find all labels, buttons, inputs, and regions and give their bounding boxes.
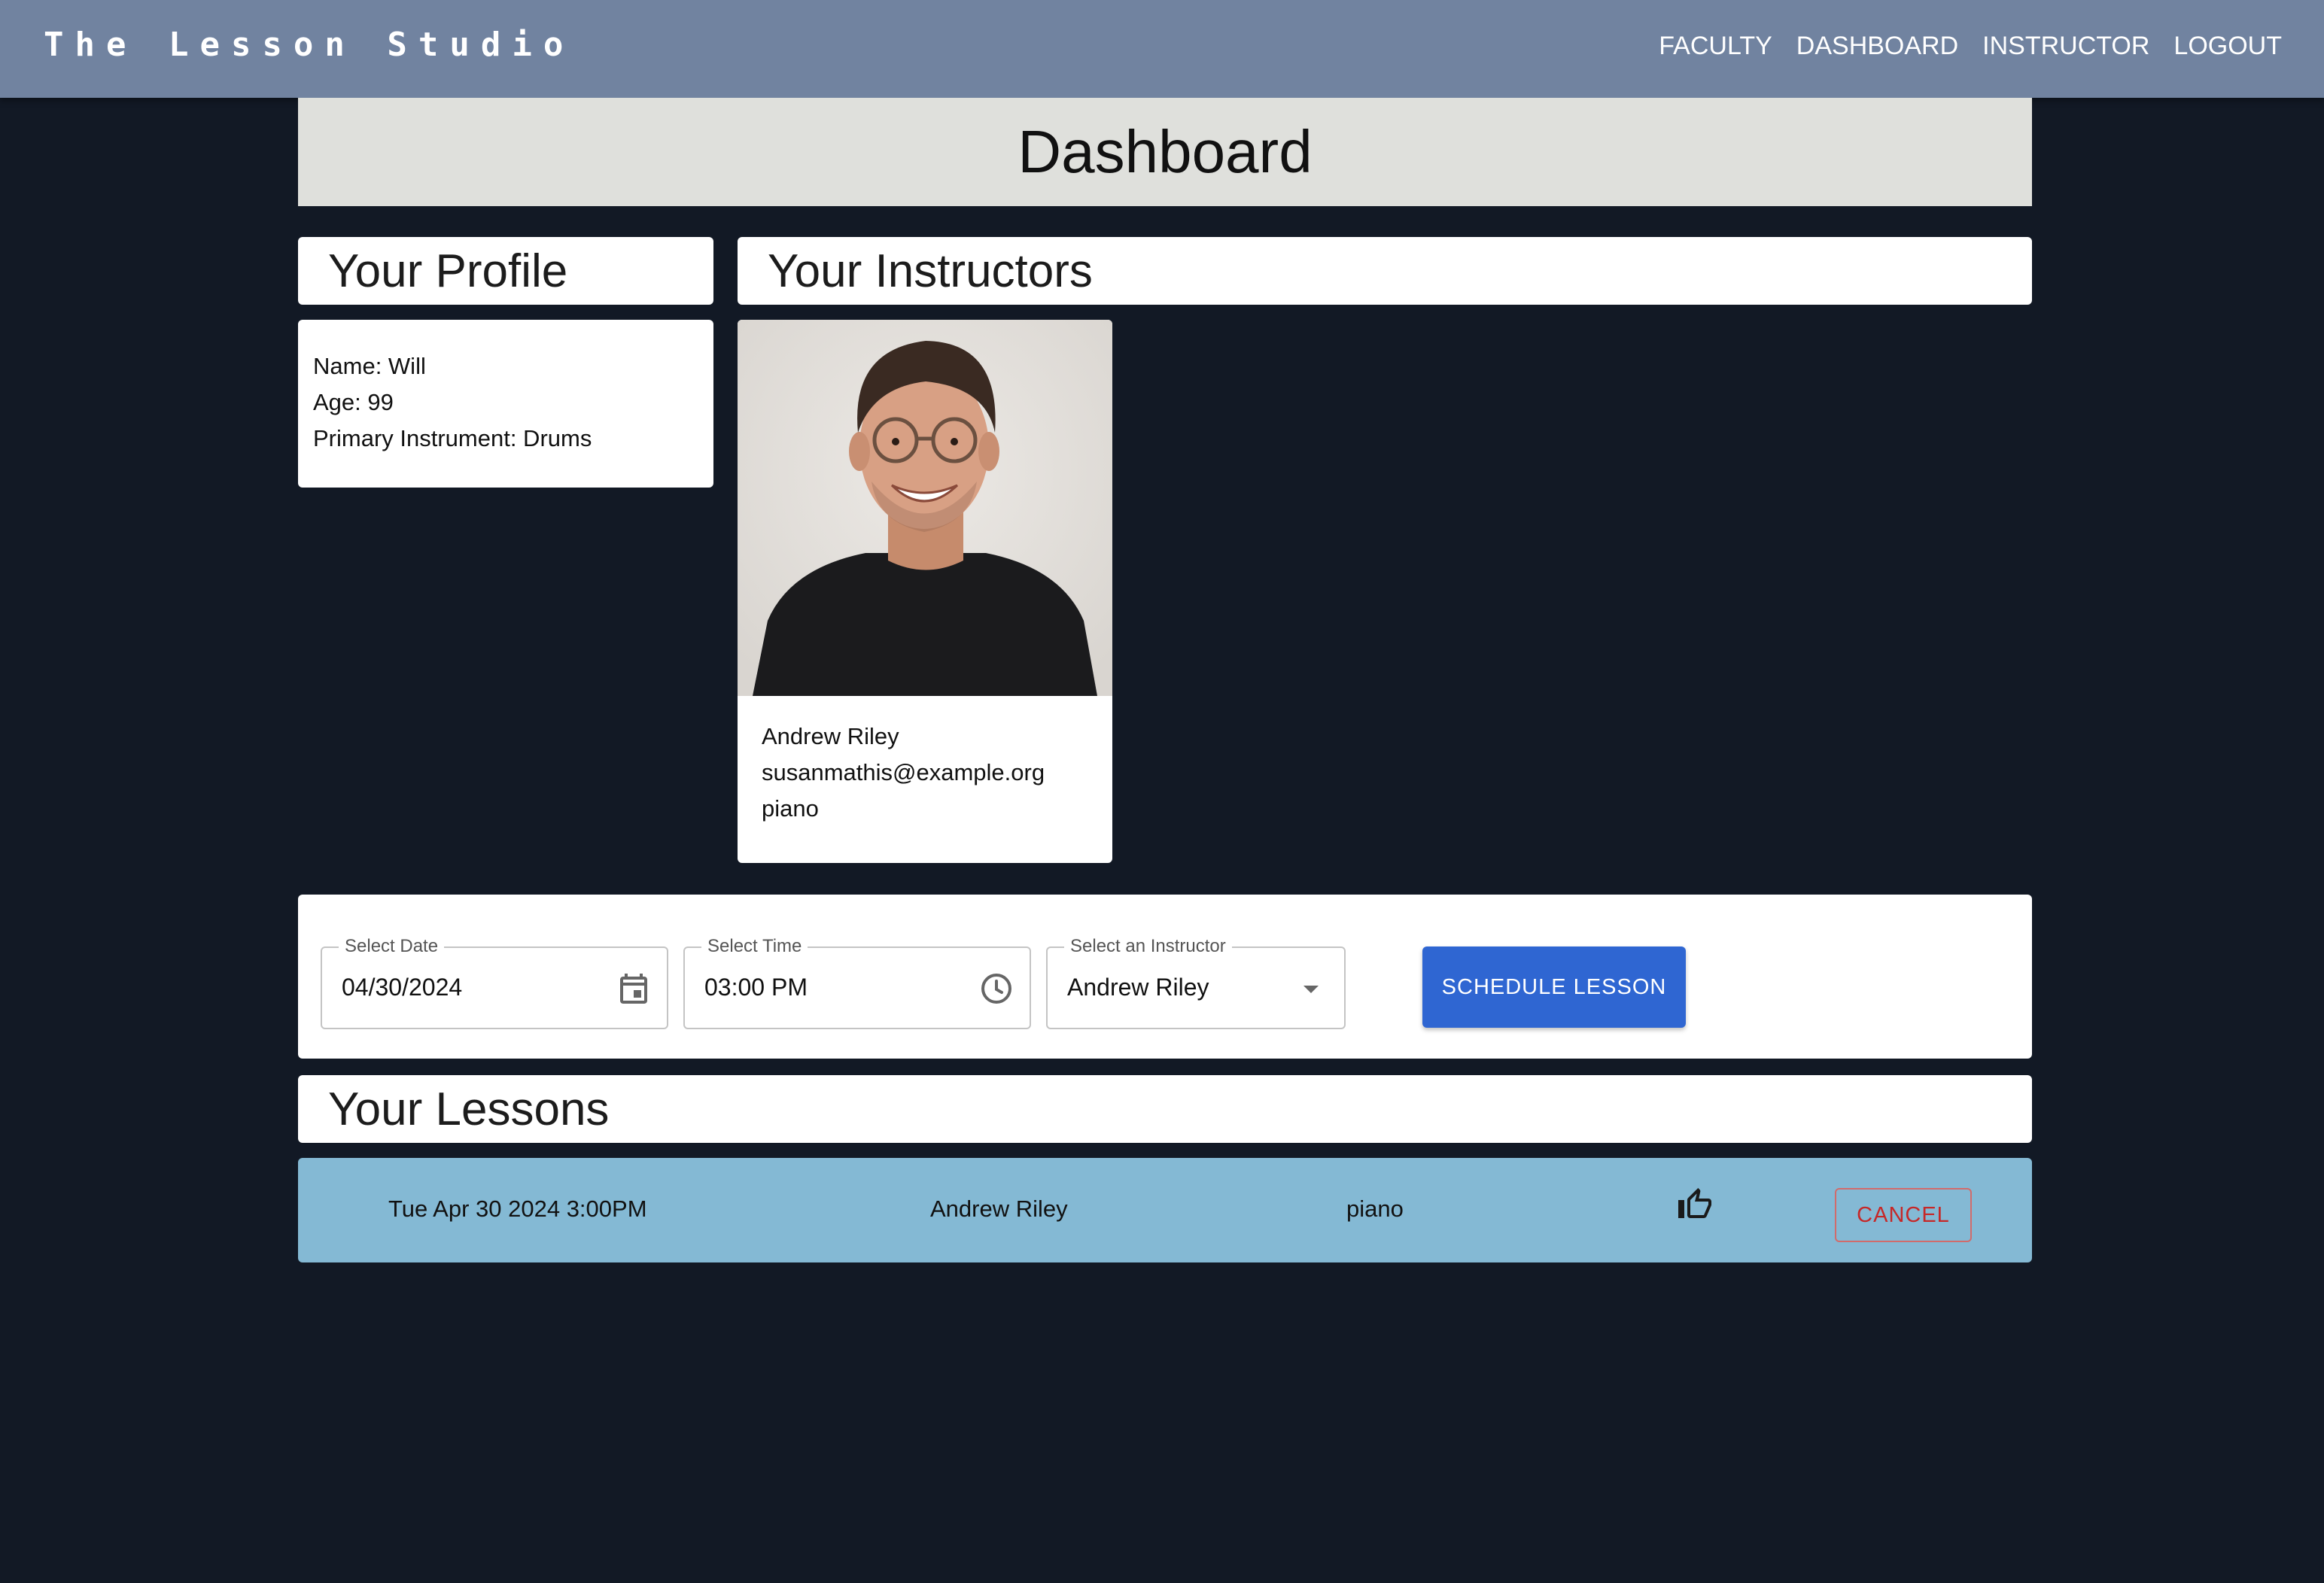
instructor-info: Andrew Riley susanmathis@example.org pia… — [738, 696, 1112, 849]
nav-link-instructor[interactable]: INSTRUCTOR — [1982, 32, 2149, 61]
brand-logo[interactable]: The Lesson Studio — [44, 26, 574, 64]
instructor-select-value[interactable]: Andrew Riley — [1067, 974, 1209, 1001]
profile-heading: Your Profile — [328, 245, 568, 297]
schedule-form: Select Date 04/30/2024 Select Time 03:00… — [298, 895, 2032, 1059]
lessons-heading-box: Your Lessons — [298, 1075, 2032, 1143]
instructor-select-label: Select an Instructor — [1064, 936, 1232, 957]
instructor-card[interactable]: Andrew Riley susanmathis@example.org pia… — [738, 320, 1112, 863]
instructors-heading: Your Instructors — [768, 245, 1093, 297]
date-field-label: Select Date — [339, 936, 445, 957]
schedule-lesson-button[interactable]: SCHEDULE LESSON — [1422, 946, 1686, 1028]
calendar-icon[interactable] — [616, 971, 652, 1007]
thumbs-up-icon[interactable] — [1677, 1186, 1713, 1223]
nav-link-faculty[interactable]: FACULTY — [1659, 32, 1772, 61]
lessons-heading: Your Lessons — [328, 1083, 610, 1135]
instructor-instrument: piano — [762, 795, 819, 822]
caret-down-icon[interactable] — [1293, 971, 1329, 1007]
nav-link-logout[interactable]: LOGOUT — [2173, 32, 2282, 61]
instructors-heading-box: Your Instructors — [738, 237, 2032, 305]
date-field[interactable]: Select Date 04/30/2024 — [321, 936, 668, 1029]
profile-age: Age: 99 — [313, 389, 394, 415]
page-header: Dashboard — [298, 98, 2032, 206]
lesson-instrument: piano — [1346, 1196, 1404, 1222]
nav-links: FACULTY DASHBOARD INSTRUCTOR LOGOUT — [1659, 32, 2282, 61]
profile-name: Name: Will — [313, 353, 426, 379]
instructor-email: susanmathis@example.org — [762, 759, 1045, 785]
profile-instrument: Primary Instrument: Drums — [313, 425, 592, 451]
cancel-lesson-button[interactable]: CANCEL — [1835, 1188, 1972, 1242]
instructor-select[interactable]: Select an Instructor Andrew Riley — [1046, 936, 1346, 1029]
lesson-instructor: Andrew Riley — [930, 1196, 1068, 1222]
top-nav-bar: The Lesson Studio FACULTY DASHBOARD INST… — [0, 0, 2324, 98]
lesson-row: Tue Apr 30 2024 3:00PM Andrew Riley pian… — [298, 1158, 2032, 1262]
page-title: Dashboard — [1018, 118, 1313, 185]
profile-card: Name: Will Age: 99 Primary Instrument: D… — [298, 320, 713, 488]
date-field-value[interactable]: 04/30/2024 — [342, 974, 462, 1001]
lesson-datetime: Tue Apr 30 2024 3:00PM — [388, 1196, 647, 1222]
clock-icon[interactable] — [978, 971, 1014, 1007]
time-field-value[interactable]: 03:00 PM — [704, 974, 808, 1001]
instructor-name: Andrew Riley — [762, 723, 899, 749]
dashboard-page: Dashboard Your Profile Name: Will Age: 9… — [298, 98, 2032, 1262]
nav-link-dashboard[interactable]: DASHBOARD — [1796, 32, 1958, 61]
instructor-photo — [738, 320, 1112, 696]
profile-heading-box: Your Profile — [298, 237, 713, 305]
instructor-portrait-image — [738, 320, 1112, 696]
time-field[interactable]: Select Time 03:00 PM — [683, 936, 1031, 1029]
time-field-label: Select Time — [701, 936, 808, 957]
